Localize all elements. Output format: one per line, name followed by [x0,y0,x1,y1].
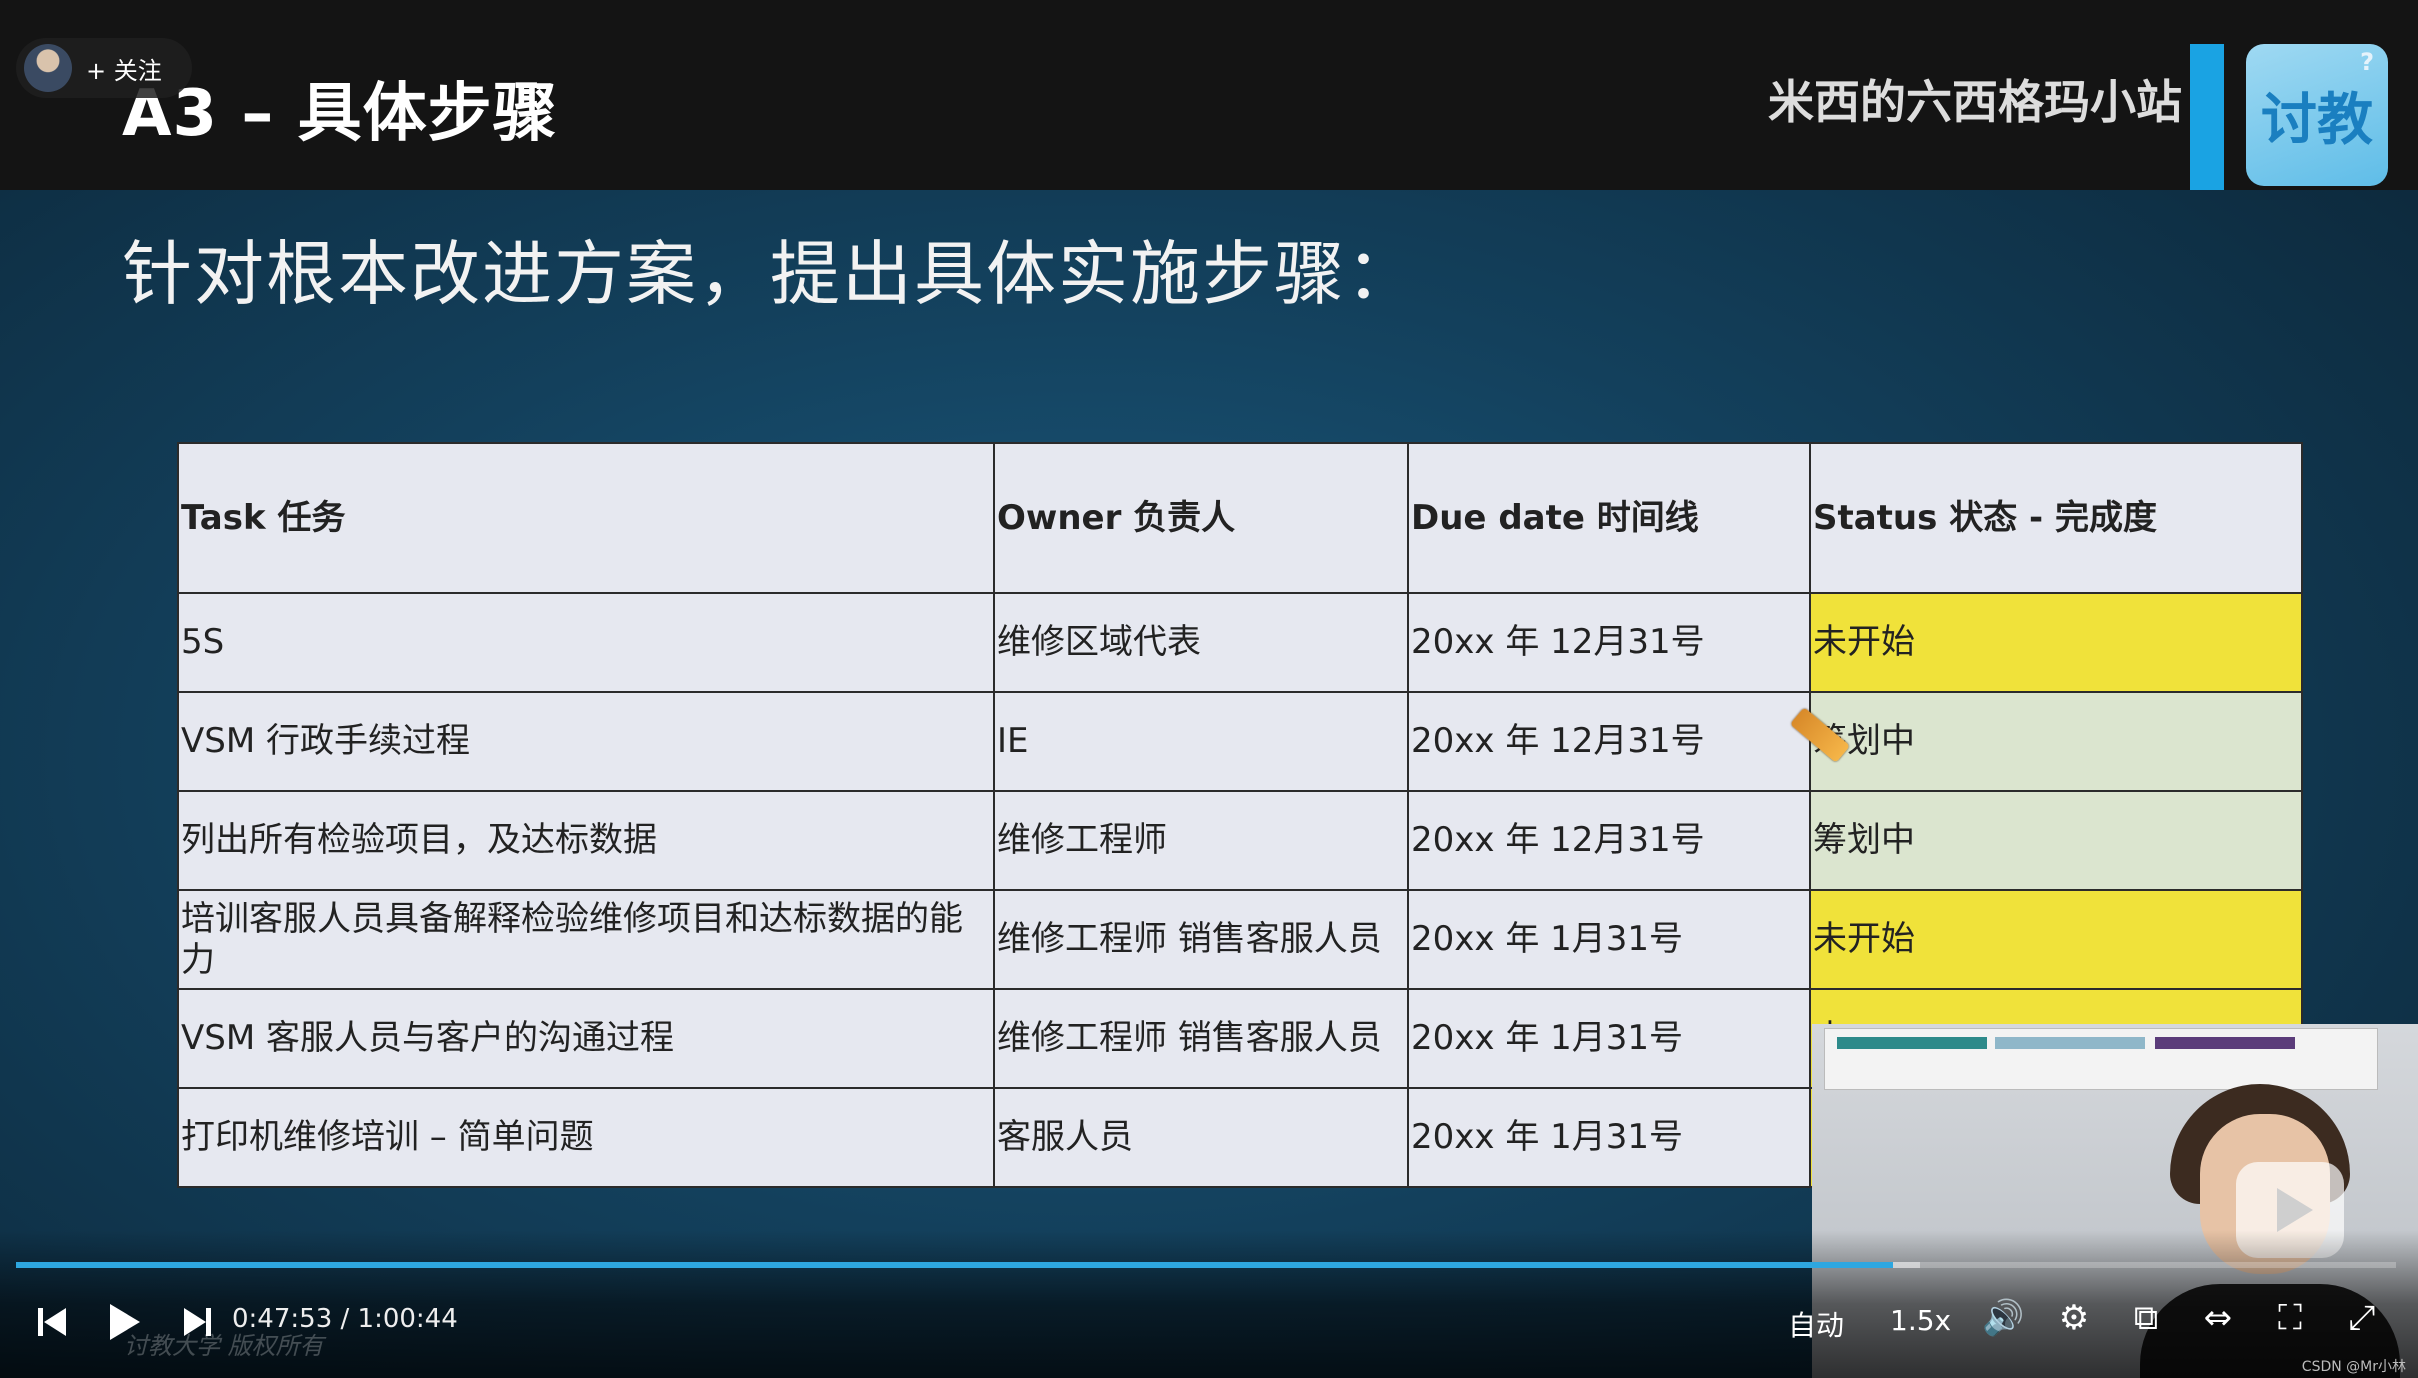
owner-cell: IE [993,691,1409,792]
pip-slide-thumbnail [1824,1028,2378,1090]
duration: 1:00:44 [357,1304,458,1334]
task-cell: VSM 行政手续过程 [177,691,995,792]
task-cell: 培训客服人员具备解释检验维修项目和达标数据的能力 [177,889,995,990]
quality-button[interactable]: 自动 [1788,1304,1844,1344]
due-cell: 20xx 年 1月31号 [1407,889,1811,990]
follow-label: + 关注 [86,56,162,85]
channel-name: 米西的六西格玛小站 [1768,75,2182,129]
progress-played [16,1262,1893,1268]
owner-cell: 维修工程师 [993,790,1409,891]
header-owner: Owner 负责人 [993,442,1409,594]
credit-watermark: CSDN @Mr小林 [2301,1359,2406,1375]
status-cell: 未开始 [1809,592,2303,693]
progress-bar[interactable] [16,1262,2396,1268]
picture-in-picture-icon[interactable]: ⧉ [2126,1298,2166,1338]
pip-slide-bar [1995,1037,2145,1049]
fullscreen-icon[interactable]: ⤢ [2342,1298,2382,1338]
status-cell: 筹划中 [1809,790,2303,891]
owner-cell: 维修工程师 销售客服人员 [993,889,1409,990]
volume-icon[interactable]: 🔊 [1982,1298,2024,1338]
follow-button[interactable]: + 关注 [16,38,192,98]
watermark: 讨教大学 版权所有 [124,1332,324,1360]
logo-bar [2190,44,2224,190]
header-status: Status 状态 - 完成度 [1809,442,2303,594]
settings-gear-icon[interactable]: ⚙ [2054,1298,2094,1338]
owner-cell: 客服人员 [993,1087,1409,1188]
widescreen-icon[interactable]: ⇔ [2198,1298,2238,1338]
slide-subtitle: 针对根本改进方案，提出具体实施步骤： [122,233,1418,315]
due-cell: 20xx 年 1月31号 [1407,988,1811,1089]
help-icon[interactable]: ? [2360,48,2374,76]
web-fullscreen-icon[interactable]: ⛶ [2270,1298,2310,1338]
previous-icon[interactable] [38,1304,68,1340]
status-cell: 未开始 [1809,889,2303,990]
uploader-avatar[interactable] [24,44,72,92]
logo-text: 讨教 [2261,87,2373,153]
header-task: Task 任务 [177,442,995,594]
due-cell: 20xx 年 12月31号 [1407,592,1811,693]
table-header-row: Task 任务 Owner 负责人 Due date 时间线 Status 状态… [177,442,2303,594]
due-cell: 20xx 年 12月31号 [1407,790,1811,891]
owner-cell: 维修工程师 销售客服人员 [993,988,1409,1089]
status-cell: 筹划中 [1809,691,2303,792]
logo-tile: 讨教 ? [2246,44,2388,186]
channel-logo: 讨教 ? [2190,44,2390,190]
table-row: 培训客服人员具备解释检验维修项目和达标数据的能力 维修工程师 销售客服人员 20… [177,889,2303,990]
owner-cell: 维修区域代表 [993,592,1409,693]
task-cell: 列出所有检验项目，及达标数据 [177,790,995,891]
task-cell: VSM 客服人员与客户的沟通过程 [177,988,995,1089]
task-cell: 5S [177,592,995,693]
pip-slide-bar [1837,1037,1987,1049]
task-cell: 打印机维修培训 – 简单问题 [177,1087,995,1188]
pip-slide-bar [2155,1037,2295,1049]
due-cell: 20xx 年 1月31号 [1407,1087,1811,1188]
table-row: 5S 维修区域代表 20xx 年 12月31号 未开始 [177,592,2303,693]
speed-button[interactable]: 1.5x [1890,1304,1951,1337]
table-row: VSM 行政手续过程 IE 20xx 年 12月31号 筹划中 [177,691,2303,792]
due-cell: 20xx 年 12月31号 [1407,691,1811,792]
table-row: 列出所有检验项目，及达标数据 维修工程师 20xx 年 12月31号 筹划中 [177,790,2303,891]
time-separator: / [340,1304,350,1334]
header-due: Due date 时间线 [1407,442,1811,594]
